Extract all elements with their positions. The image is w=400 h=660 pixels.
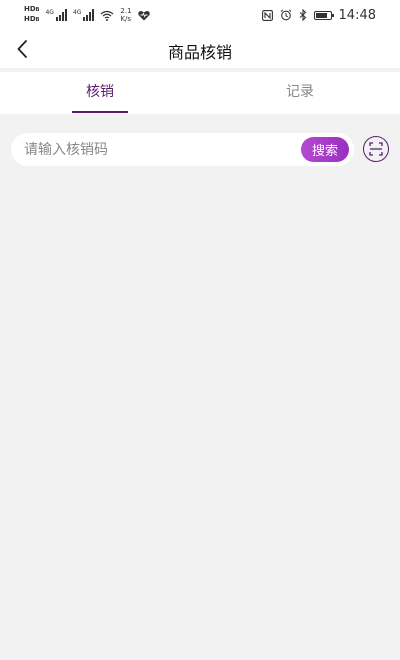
tab-active-indicator [72, 111, 128, 113]
status-time: 14:48 [338, 7, 376, 23]
hd-indicator: HDB HDB [24, 5, 39, 25]
bluetooth-icon [299, 9, 306, 21]
scan-icon [369, 142, 383, 156]
search-button[interactable]: 搜索 [301, 137, 349, 162]
hd-sub-2: B [35, 17, 40, 23]
hd-sub-1: B [35, 7, 40, 13]
scan-button[interactable] [363, 136, 389, 162]
signal-icon-2: 4G [72, 9, 95, 21]
tab-verify-label: 核销 [86, 84, 114, 100]
header: 商品核销 [0, 30, 400, 68]
network-speed: 2.1 K/s [120, 7, 131, 23]
status-left: HDB HDB 4G 4G 2.1 K/s [24, 4, 150, 26]
search-box: 搜索 [11, 133, 354, 166]
verification-code-input[interactable] [24, 137, 294, 162]
wifi-icon [101, 10, 114, 21]
signal-icon: 4G [45, 9, 67, 21]
search-row: 搜索 [0, 132, 400, 168]
alarm-icon [280, 9, 291, 21]
battery-icon [313, 10, 334, 20]
nfc-icon [261, 9, 273, 21]
network-type-2: 4G [72, 9, 82, 16]
speed-value: 2.1 [120, 7, 132, 15]
network-type-1: 4G [45, 9, 54, 16]
tab-records[interactable]: 记录 [200, 72, 400, 114]
status-bar: HDB HDB 4G 4G 2.1 K/s 14:48 [0, 0, 400, 30]
tab-bar: 核销 记录 [0, 72, 400, 114]
heart-icon [137, 10, 150, 20]
status-right: 14:48 [261, 4, 376, 26]
tab-records-label: 记录 [286, 84, 314, 100]
battery-fill [315, 12, 327, 18]
hd-label-1: HD [24, 5, 36, 13]
tab-verify[interactable]: 核销 [0, 72, 200, 114]
speed-unit: K/s [120, 15, 132, 23]
hd-label-2: HD [24, 15, 36, 23]
page-title: 商品核销 [167, 43, 232, 62]
